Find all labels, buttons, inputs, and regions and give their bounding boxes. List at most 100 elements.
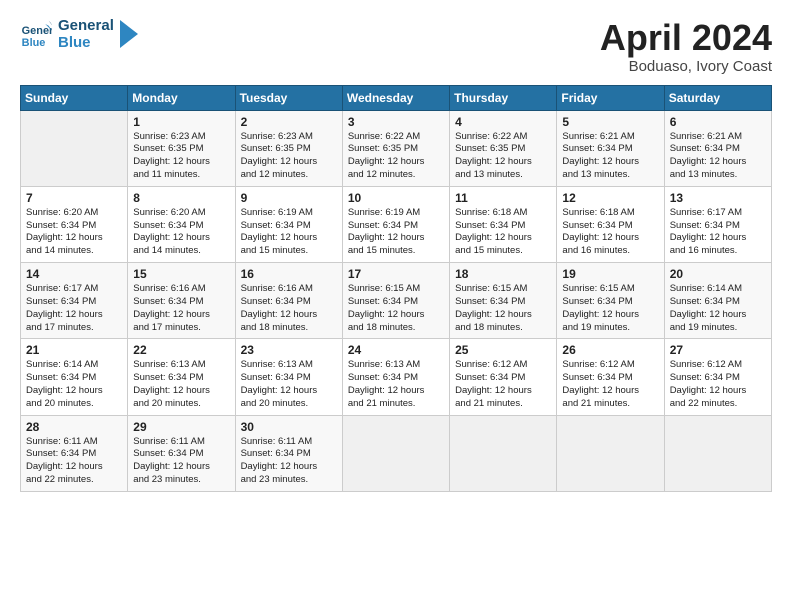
logo: General Blue General Blue [20, 18, 138, 51]
day-number: 10 [348, 191, 444, 205]
day-info: Sunrise: 6:19 AM Sunset: 6:34 PM Dayligh… [348, 207, 444, 258]
calendar-cell: 12 Sunrise: 6:18 AM Sunset: 6:34 PM Dayli… [557, 186, 664, 262]
day-info: Sunrise: 6:12 AM Sunset: 6:34 PM Dayligh… [670, 359, 766, 410]
calendar-week-row: 21Sunrise: 6:14 AM Sunset: 6:34 PM Dayli… [21, 339, 772, 415]
day-number: 13 [670, 191, 766, 205]
calendar-cell [450, 415, 557, 491]
calendar-cell: 15Sunrise: 6:16 AM Sunset: 6:34 PM Dayli… [128, 263, 235, 339]
title-block: April 2024 Boduaso, Ivory Coast [600, 18, 772, 75]
day-number: 26 [562, 343, 658, 357]
calendar-cell: 2 Sunrise: 6:23 AM Sunset: 6:35 PM Daylig… [235, 110, 342, 186]
day-info: Sunrise: 6:13 AM Sunset: 6:34 PM Dayligh… [241, 359, 337, 410]
calendar-cell: 8 Sunrise: 6:20 AM Sunset: 6:34 PM Daylig… [128, 186, 235, 262]
day-info: Sunrise: 6:15 AM Sunset: 6:34 PM Dayligh… [562, 283, 658, 334]
calendar-cell: 7 Sunrise: 6:20 AM Sunset: 6:34 PM Daylig… [21, 186, 128, 262]
day-info: Sunrise: 6:11 AM Sunset: 6:34 PM Dayligh… [26, 436, 122, 487]
calendar-cell [557, 415, 664, 491]
calendar-subtitle: Boduaso, Ivory Coast [600, 58, 772, 75]
header: General Blue General Blue April 2024 Bod… [20, 18, 772, 75]
day-number: 3 [348, 115, 444, 129]
calendar-cell: 27 Sunrise: 6:12 AM Sunset: 6:34 PM Dayli… [664, 339, 771, 415]
day-number: 30 [241, 420, 337, 434]
day-info: Sunrise: 6:16 AM Sunset: 6:34 PM Dayligh… [241, 283, 337, 334]
day-number: 7 [26, 191, 122, 205]
calendar-week-row: 28 Sunrise: 6:11 AM Sunset: 6:34 PM Dayli… [21, 415, 772, 491]
day-info: Sunrise: 6:13 AM Sunset: 6:34 PM Dayligh… [133, 359, 229, 410]
calendar-cell: 14Sunrise: 6:17 AM Sunset: 6:34 PM Dayli… [21, 263, 128, 339]
day-info: Sunrise: 6:15 AM Sunset: 6:34 PM Dayligh… [348, 283, 444, 334]
day-number: 12 [562, 191, 658, 205]
calendar-title: April 2024 [600, 18, 772, 58]
calendar-cell: 13Sunrise: 6:17 AM Sunset: 6:34 PM Dayli… [664, 186, 771, 262]
day-info: Sunrise: 6:23 AM Sunset: 6:35 PM Dayligh… [241, 131, 337, 182]
calendar-cell [664, 415, 771, 491]
day-number: 28 [26, 420, 122, 434]
calendar-cell: 19Sunrise: 6:15 AM Sunset: 6:34 PM Dayli… [557, 263, 664, 339]
calendar-cell: 28 Sunrise: 6:11 AM Sunset: 6:34 PM Dayli… [21, 415, 128, 491]
calendar-cell: 26Sunrise: 6:12 AM Sunset: 6:34 PM Dayli… [557, 339, 664, 415]
calendar-cell: 5Sunrise: 6:21 AM Sunset: 6:34 PM Daylig… [557, 110, 664, 186]
day-number: 15 [133, 267, 229, 281]
header-thursday: Thursday [450, 85, 557, 110]
day-info: Sunrise: 6:18 AM Sunset: 6:34 PM Dayligh… [455, 207, 551, 258]
day-number: 23 [241, 343, 337, 357]
day-info: Sunrise: 6:22 AM Sunset: 6:35 PM Dayligh… [455, 131, 551, 182]
calendar-cell: 1 Sunrise: 6:23 AM Sunset: 6:35 PM Daylig… [128, 110, 235, 186]
calendar-cell: 29 Sunrise: 6:11 AM Sunset: 6:34 PM Dayli… [128, 415, 235, 491]
day-info: Sunrise: 6:12 AM Sunset: 6:34 PM Dayligh… [455, 359, 551, 410]
header-tuesday: Tuesday [235, 85, 342, 110]
day-number: 1 [133, 115, 229, 129]
calendar-table: SundayMondayTuesdayWednesdayThursdayFrid… [20, 85, 772, 492]
day-info: Sunrise: 6:19 AM Sunset: 6:34 PM Dayligh… [241, 207, 337, 258]
calendar-cell: 4 Sunrise: 6:22 AM Sunset: 6:35 PM Daylig… [450, 110, 557, 186]
calendar-cell: 20 Sunrise: 6:14 AM Sunset: 6:34 PM Dayli… [664, 263, 771, 339]
day-info: Sunrise: 6:20 AM Sunset: 6:34 PM Dayligh… [26, 207, 122, 258]
day-number: 25 [455, 343, 551, 357]
header-saturday: Saturday [664, 85, 771, 110]
day-number: 27 [670, 343, 766, 357]
day-info: Sunrise: 6:14 AM Sunset: 6:34 PM Dayligh… [670, 283, 766, 334]
day-number: 29 [133, 420, 229, 434]
header-wednesday: Wednesday [342, 85, 449, 110]
day-number: 5 [562, 115, 658, 129]
header-friday: Friday [557, 85, 664, 110]
page: General Blue General Blue April 2024 Bod… [0, 0, 792, 612]
calendar-cell: 25 Sunrise: 6:12 AM Sunset: 6:34 PM Dayli… [450, 339, 557, 415]
calendar-cell: 24Sunrise: 6:13 AM Sunset: 6:34 PM Dayli… [342, 339, 449, 415]
day-number: 11 [455, 191, 551, 205]
day-number: 16 [241, 267, 337, 281]
day-number: 4 [455, 115, 551, 129]
day-info: Sunrise: 6:23 AM Sunset: 6:35 PM Dayligh… [133, 131, 229, 182]
calendar-cell: 21Sunrise: 6:14 AM Sunset: 6:34 PM Dayli… [21, 339, 128, 415]
day-info: Sunrise: 6:11 AM Sunset: 6:34 PM Dayligh… [133, 436, 229, 487]
calendar-cell: 9 Sunrise: 6:19 AM Sunset: 6:34 PM Daylig… [235, 186, 342, 262]
svg-text:General: General [22, 25, 52, 37]
calendar-cell: 17Sunrise: 6:15 AM Sunset: 6:34 PM Dayli… [342, 263, 449, 339]
day-info: Sunrise: 6:18 AM Sunset: 6:34 PM Dayligh… [562, 207, 658, 258]
svg-text:Blue: Blue [22, 36, 46, 48]
calendar-header-row: SundayMondayTuesdayWednesdayThursdayFrid… [21, 85, 772, 110]
day-number: 20 [670, 267, 766, 281]
day-info: Sunrise: 6:11 AM Sunset: 6:34 PM Dayligh… [241, 436, 337, 487]
day-info: Sunrise: 6:22 AM Sunset: 6:35 PM Dayligh… [348, 131, 444, 182]
day-info: Sunrise: 6:13 AM Sunset: 6:34 PM Dayligh… [348, 359, 444, 410]
calendar-cell: 30 Sunrise: 6:11 AM Sunset: 6:34 PM Dayli… [235, 415, 342, 491]
day-number: 9 [241, 191, 337, 205]
calendar-cell: 6Sunrise: 6:21 AM Sunset: 6:34 PM Daylig… [664, 110, 771, 186]
calendar-cell: 11 Sunrise: 6:18 AM Sunset: 6:34 PM Dayli… [450, 186, 557, 262]
calendar-cell: 16 Sunrise: 6:16 AM Sunset: 6:34 PM Dayli… [235, 263, 342, 339]
day-info: Sunrise: 6:14 AM Sunset: 6:34 PM Dayligh… [26, 359, 122, 410]
calendar-cell: 3 Sunrise: 6:22 AM Sunset: 6:35 PM Daylig… [342, 110, 449, 186]
header-sunday: Sunday [21, 85, 128, 110]
calendar-cell [21, 110, 128, 186]
logo-icon: General Blue [20, 19, 52, 51]
day-info: Sunrise: 6:15 AM Sunset: 6:34 PM Dayligh… [455, 283, 551, 334]
logo-text-blue: Blue [58, 35, 114, 52]
day-info: Sunrise: 6:20 AM Sunset: 6:34 PM Dayligh… [133, 207, 229, 258]
day-number: 22 [133, 343, 229, 357]
day-number: 14 [26, 267, 122, 281]
calendar-cell [342, 415, 449, 491]
day-number: 2 [241, 115, 337, 129]
day-number: 6 [670, 115, 766, 129]
day-number: 8 [133, 191, 229, 205]
